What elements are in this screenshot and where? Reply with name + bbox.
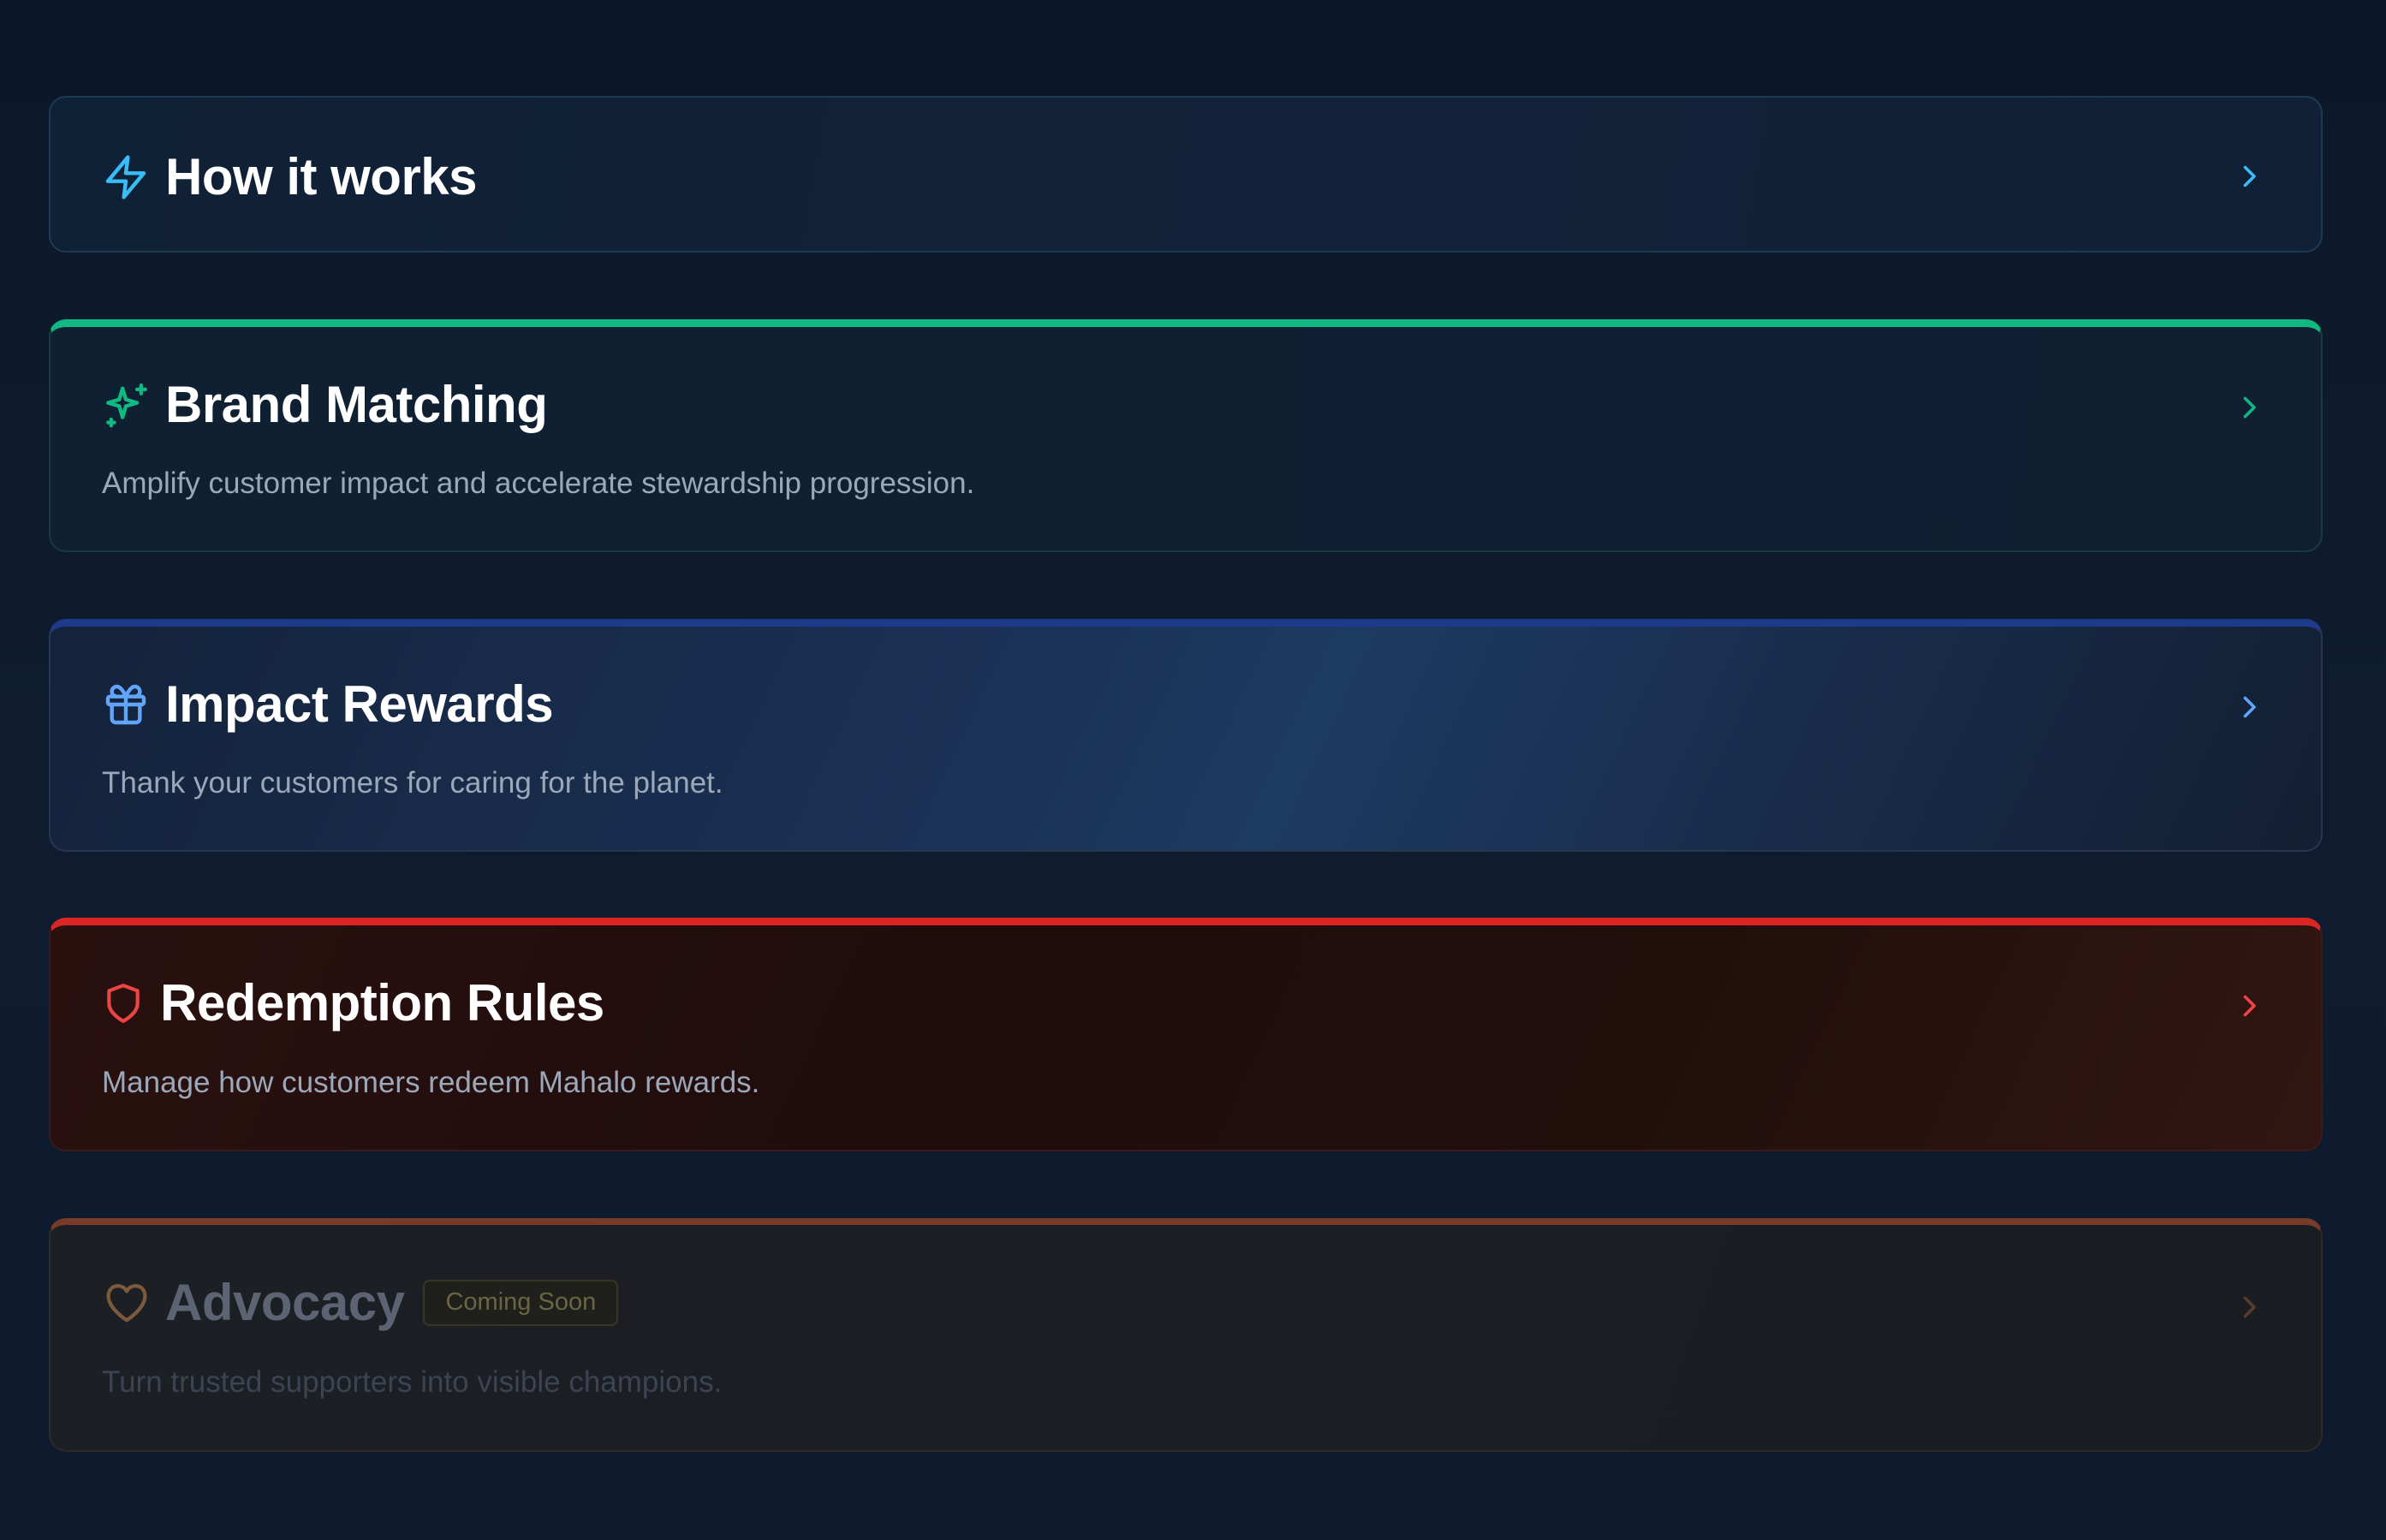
card-title: Redemption Rules — [160, 974, 604, 1032]
card-description: Manage how customers redeem Mahalo rewar… — [102, 1066, 760, 1099]
chevron-right-icon[interactable] — [2234, 692, 2264, 722]
feature-card-list: How it works Brand Matching Amplify cust… — [0, 0, 2386, 1540]
coming-soon-badge: Coming Soon — [423, 1279, 619, 1326]
lightning-bolt-icon — [102, 153, 150, 201]
card-title: Impact Rewards — [165, 675, 554, 733]
shield-icon — [102, 979, 145, 1027]
card-title: How it works — [165, 148, 478, 205]
sparkles-icon — [102, 380, 152, 430]
advocacy-card: Advocacy Coming Soon Turn trusted suppor… — [49, 1218, 2323, 1452]
how-it-works-card[interactable]: How it works — [49, 96, 2323, 253]
redemption-rules-card[interactable]: Redemption Rules Manage how customers re… — [49, 918, 2323, 1151]
card-title: Brand Matching — [165, 376, 548, 433]
card-title-row: Advocacy Coming Soon — [102, 1273, 619, 1332]
card-title-row: How it works — [102, 147, 478, 206]
card-description: Thank your customers for caring for the … — [102, 766, 723, 800]
card-title-row: Brand Matching — [102, 375, 548, 434]
card-description: Turn trusted supporters into visible cha… — [102, 1365, 723, 1399]
gift-icon — [102, 681, 150, 728]
chevron-right-icon — [2234, 1292, 2264, 1323]
chevron-right-icon[interactable] — [2234, 392, 2264, 423]
heart-icon — [102, 1279, 152, 1327]
chevron-right-icon[interactable] — [2234, 161, 2264, 192]
card-title: Advocacy — [165, 1274, 405, 1331]
card-title-row: Redemption Rules — [102, 973, 604, 1032]
card-description: Amplify customer impact and accelerate s… — [102, 467, 975, 500]
chevron-right-icon[interactable] — [2234, 990, 2264, 1021]
card-title-row: Impact Rewards — [102, 675, 554, 734]
brand-matching-card[interactable]: Brand Matching Amplify customer impact a… — [49, 319, 2323, 552]
impact-rewards-card[interactable]: Impact Rewards Thank your customers for … — [49, 619, 2323, 852]
